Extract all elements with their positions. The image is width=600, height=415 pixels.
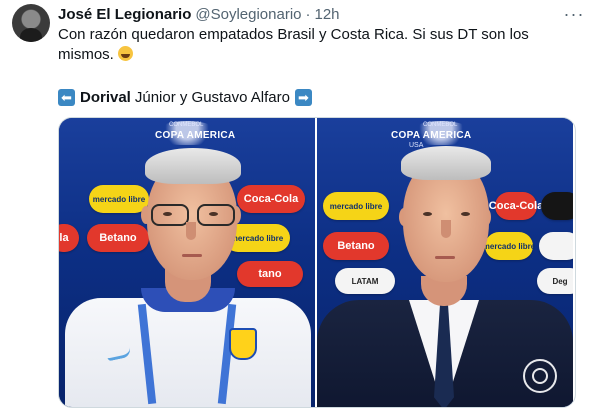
sponsor-betano: Betano [87, 224, 149, 252]
right-arrow-icon: ➡ [294, 88, 312, 106]
sponsor-cocacola: Coca-Cola [237, 185, 305, 213]
hair [401, 146, 491, 180]
mouth [435, 256, 455, 259]
sponsor-latam: LATAM [335, 268, 395, 294]
author-name[interactable]: José El Legionario [58, 6, 191, 23]
laughing-emoji-icon [117, 46, 133, 61]
globo-logo-icon [523, 359, 557, 393]
left-arrow-icon: ⬅ [58, 88, 75, 106]
tweet-time[interactable]: 12h [315, 6, 340, 23]
eye [423, 212, 432, 216]
eye [461, 212, 470, 216]
mouth [182, 254, 202, 257]
copa-label: COPA AMERICA [391, 130, 472, 141]
sponsor-mercadolibre: mercado libre [323, 192, 389, 220]
photo-right[interactable]: CONMEBOL COPA AMERICA USA mercado libre … [317, 118, 573, 407]
conmebol-label: CONMEBOL [423, 122, 458, 128]
tweet-text: Con razón quedaron empatados Brasil y Co… [58, 25, 578, 65]
sponsor-mercadolibre-2: mercado libre [483, 232, 535, 260]
caption-line: ⬅ Dorival Júnior y Gustavo Alfaro ➡ [58, 86, 312, 108]
caption-rest: Júnior y Gustavo Alfaro [134, 88, 290, 106]
photo-left[interactable]: CONMEBOL COPA AMERICA mercado libre Coca… [59, 118, 315, 407]
more-icon[interactable]: ··· [562, 4, 586, 24]
conmebol-label: CONMEBOL [169, 122, 204, 128]
sponsor-mercadolibre: mercado libre [89, 185, 149, 213]
nose [186, 222, 196, 240]
separator-dot: · [305, 5, 311, 23]
nose [441, 220, 451, 238]
eye [209, 212, 218, 216]
sponsor-cocacola: Coca-Cola [489, 192, 543, 220]
media-grid[interactable]: CONMEBOL COPA AMERICA mercado libre Coca… [58, 117, 576, 408]
eye [163, 212, 172, 216]
jacket [65, 298, 311, 407]
sponsor-betano-2: tano [237, 261, 303, 287]
sponsor-partial: Deg [537, 268, 573, 294]
sponsor-betano: Betano [323, 232, 389, 260]
sponsor-puma-icon [541, 192, 573, 220]
avatar[interactable] [12, 4, 50, 42]
hair [145, 148, 241, 184]
cbf-crest-icon [229, 328, 257, 360]
tweet-header: José El Legionario @Soylegionario · 12h [58, 4, 556, 24]
caption-bold-name: Dorival [80, 88, 131, 106]
sponsor-latam-partial-icon [539, 232, 573, 260]
copa-label: COPA AMERICA [155, 130, 236, 141]
author-handle[interactable]: @Soylegionario [195, 6, 301, 23]
